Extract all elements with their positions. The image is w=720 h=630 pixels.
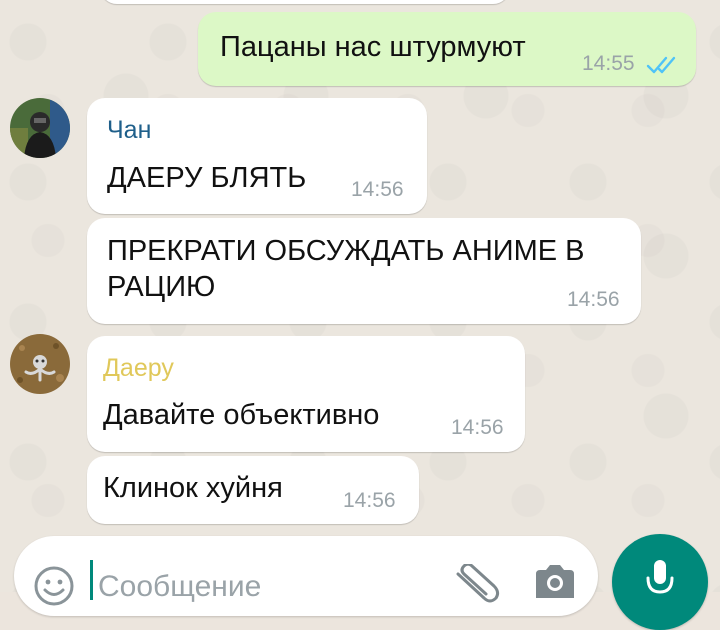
message-text: ДАЕРУ БЛЯТЬ bbox=[107, 162, 307, 194]
sender-name: Чан bbox=[107, 116, 152, 144]
incoming-message-bubble[interactable]: Даеру Давайте объективно 14:56 bbox=[87, 336, 525, 452]
incoming-message-bubble[interactable]: Чан ДАЕРУ БЛЯТЬ 14:56 bbox=[87, 98, 427, 214]
incoming-message-bubble[interactable]: Клинок хуйня 14:56 bbox=[87, 456, 419, 524]
mic-icon bbox=[646, 560, 674, 594]
previous-message-bubble[interactable] bbox=[100, 0, 510, 4]
camera-icon[interactable] bbox=[532, 562, 576, 602]
avatar-chan[interactable] bbox=[10, 98, 70, 158]
message-time: 14:56 bbox=[343, 489, 396, 512]
avatar-daeru[interactable] bbox=[10, 334, 70, 394]
sender-name: Даеру bbox=[103, 354, 174, 382]
message-input-bar[interactable]: Сообщение bbox=[14, 536, 598, 616]
incoming-message-bubble[interactable]: ПРЕКРАТИ ОБСУЖДАТЬ АНИМЕ В РАЦИЮ 14:56 bbox=[87, 218, 641, 324]
message-input-placeholder[interactable]: Сообщение bbox=[98, 570, 261, 604]
emoji-icon[interactable] bbox=[32, 564, 76, 608]
avatar-image bbox=[10, 334, 70, 394]
avatar-image bbox=[10, 98, 70, 158]
message-text: Давайте объективно bbox=[103, 399, 380, 431]
double-check-icon bbox=[646, 56, 676, 74]
voice-record-button[interactable] bbox=[612, 534, 708, 630]
text-cursor bbox=[90, 560, 93, 600]
outgoing-message-bubble[interactable]: Пацаны нас штурмуют 14:55 bbox=[198, 12, 696, 86]
message-time: 14:55 bbox=[582, 52, 635, 75]
message-time: 14:56 bbox=[451, 416, 504, 439]
message-text-line-1: ПРЕКРАТИ ОБСУЖДАТЬ АНИМЕ В bbox=[107, 235, 585, 267]
message-time: 14:56 bbox=[351, 178, 404, 201]
message-text: Клинок хуйня bbox=[103, 472, 283, 504]
message-time: 14:56 bbox=[567, 288, 620, 311]
attach-icon[interactable] bbox=[454, 564, 500, 604]
message-text-line-2: РАЦИЮ bbox=[107, 271, 216, 303]
message-text: Пацаны нас штурмуют bbox=[220, 31, 526, 63]
